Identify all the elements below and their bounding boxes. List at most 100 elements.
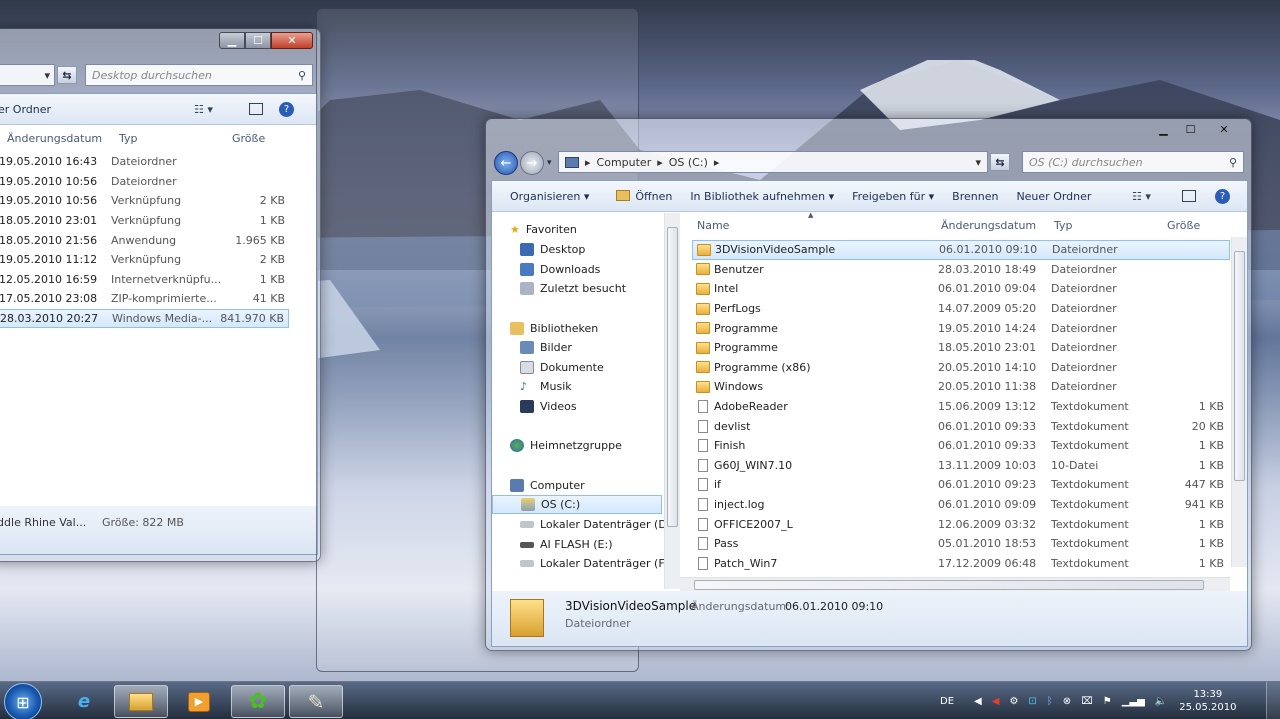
speaker-muted-icon[interactable]: ◀: [992, 696, 1000, 707]
nav-downloads[interactable]: Downloads: [520, 260, 600, 279]
refresh-button[interactable]: ⇆: [57, 66, 77, 84]
new-folder-button[interactable]: er Ordner: [0, 103, 60, 116]
maximize-button[interactable]: ☐: [1177, 121, 1204, 138]
nav-recent[interactable]: Zuletzt besucht: [520, 279, 626, 298]
minimize-button[interactable]: ▁: [219, 32, 245, 49]
file-row[interactable]: if 06.01.2010 09:23 Textdokument 447 KB: [692, 475, 1230, 495]
taskbar-internet-explorer[interactable]: e: [57, 685, 111, 718]
nav-documents[interactable]: Dokumente: [520, 358, 604, 377]
nav-homegroup[interactable]: Heimnetzgruppe: [510, 436, 622, 455]
usb-device-icon[interactable]: ⌧: [1081, 696, 1093, 707]
organize-button[interactable]: Organisieren ▾: [492, 190, 598, 203]
taskbar-media-player[interactable]: ▶: [172, 685, 226, 718]
view-options-icon[interactable]: ☷ ▾: [1132, 190, 1151, 203]
nav-desktop[interactable]: Desktop: [520, 240, 585, 259]
close-button[interactable]: ✕: [1204, 121, 1244, 138]
nav-libraries[interactable]: Bibliotheken: [510, 319, 598, 338]
language-indicator[interactable]: DE: [940, 696, 954, 707]
preview-pane-icon[interactable]: [1182, 190, 1196, 202]
recent-pages-icon[interactable]: ▾: [547, 158, 552, 168]
file-row[interactable]: inject.log 06.01.2010 09:09 Textdokument 94…: [692, 495, 1230, 515]
taskbar-icq[interactable]: ✿: [231, 685, 285, 718]
file-row[interactable]: Programme 18.05.2010 23:01 Dateiordner: [692, 338, 1230, 358]
file-row[interactable]: Patch_Win7 17.12.2009 06:48 Textdokument 1 …: [692, 554, 1230, 574]
nav-pictures[interactable]: Bilder: [520, 338, 572, 357]
col-type[interactable]: Typ: [1054, 219, 1073, 232]
file-row[interactable]: Programme (x86) 20.05.2010 14:10 Dateiordn…: [692, 358, 1230, 378]
list-item[interactable]: 19.05.2010 10:56 Dateiordner: [0, 172, 289, 192]
file-row[interactable]: AdobeReader 15.06.2009 13:12 Textdokument 1…: [692, 397, 1230, 417]
file-row[interactable]: Programme 19.05.2010 14:24 Dateiordner: [692, 318, 1230, 338]
file-row[interactable]: PerfLogs 14.07.2009 05:20 Dateiordner: [692, 299, 1230, 319]
file-row[interactable]: Finish 06.01.2010 09:33 Textdokument 1 KB: [692, 436, 1230, 456]
list-item[interactable]: 18.05.2010 23:01 Verknüpfung 1 KB: [0, 211, 289, 231]
list-item[interactable]: 19.05.2010 16:43 Dateiordner: [0, 152, 289, 172]
list-item[interactable]: 17.05.2010 23:08 ZIP-komprimierte... 41 KB: [0, 289, 289, 309]
view-options-icon[interactable]: ☷ ▾: [194, 103, 213, 116]
file-row[interactable]: OFFICE2007_L 12.06.2009 03:32 Textdokument…: [692, 514, 1230, 534]
col-date[interactable]: Änderungsdatum: [941, 219, 1036, 232]
file-row[interactable]: devlist 06.01.2010 09:33 Textdokument 20 KB: [692, 416, 1230, 436]
tray-app-icon-2[interactable]: ⊗: [1063, 696, 1071, 707]
list-item[interactable]: 18.05.2010 21:56 Anwendung 1.965 KB: [0, 230, 289, 250]
file-row[interactable]: Intel 06.01.2010 09:04 Dateiordner: [692, 279, 1230, 299]
nav-local-d[interactable]: Lokaler Datenträger (D:): [520, 515, 675, 534]
wifi-signal-icon[interactable]: ▁▃▅: [1122, 696, 1145, 707]
file-row[interactable]: Pass 05.01.2010 18:53 Textdokument 1 KB: [692, 534, 1230, 554]
bluetooth-icon[interactable]: ᛒ: [1047, 696, 1053, 707]
start-button[interactable]: ⊞: [4, 683, 42, 719]
col-size[interactable]: Größe: [232, 132, 265, 145]
address-dropdown-icon[interactable]: ▾: [975, 156, 981, 169]
close-button[interactable]: ✕: [271, 32, 313, 49]
burn-button[interactable]: Brennen: [943, 190, 1007, 203]
file-scrollbar[interactable]: [1231, 237, 1247, 567]
maximize-button[interactable]: ☐: [245, 32, 271, 49]
breadcrumb-computer[interactable]: Computer: [597, 156, 652, 169]
share-button[interactable]: Freigeben für ▾: [843, 190, 943, 203]
tray-app-icon[interactable]: ⚙: [1009, 696, 1018, 707]
file-row[interactable]: Windows 20.05.2010 11:38 Dateiordner: [692, 377, 1230, 397]
nav-os-c[interactable]: OS (C:): [492, 495, 662, 514]
new-folder-button[interactable]: Neuer Ordner: [1007, 190, 1100, 203]
breadcrumb-os[interactable]: OS (C:): [669, 156, 708, 169]
file-scrollbar-thumb[interactable]: [1234, 251, 1245, 481]
file-row[interactable]: G60J_WIN7.10 13.11.2009 10:03 10-Datei 1 KB: [692, 456, 1230, 476]
horizontal-scrollbar-thumb[interactable]: [694, 580, 1204, 590]
show-desktop-button[interactable]: [1266, 682, 1280, 719]
tray-expand-icon[interactable]: ◀: [974, 696, 982, 707]
nav-scrollbar[interactable]: [664, 213, 680, 589]
help-icon[interactable]: ?: [1215, 188, 1230, 204]
col-date[interactable]: Änderungsdatum: [7, 132, 102, 145]
search-input[interactable]: OS (C:) durchsuchen ⚲: [1022, 151, 1244, 173]
horizontal-scrollbar[interactable]: [680, 577, 1230, 591]
clock[interactable]: 13:39 25.05.2010: [1179, 688, 1236, 714]
taskbar-explorer[interactable]: [114, 685, 168, 718]
refresh-button[interactable]: ⇆: [990, 153, 1010, 171]
col-type[interactable]: Typ: [119, 132, 138, 145]
include-library-button[interactable]: In Bibliothek aufnehmen ▾: [681, 190, 843, 203]
list-item[interactable]: 28.03.2010 20:27 Windows Media-... 841.970…: [0, 308, 289, 329]
back-button[interactable]: ←: [494, 151, 518, 175]
col-name[interactable]: Name: [697, 219, 729, 232]
chevron-down-icon[interactable]: ▾: [44, 69, 50, 82]
address-bar[interactable]: ▾: [0, 64, 55, 86]
address-bar[interactable]: ▸ Computer ▸ OS (C:) ▸ ▾: [558, 151, 988, 173]
network-share-icon[interactable]: ⊡: [1028, 696, 1036, 707]
nav-computer[interactable]: Computer: [510, 476, 585, 495]
open-button[interactable]: Öffnen: [598, 189, 681, 203]
action-center-icon[interactable]: ⚑: [1103, 696, 1112, 707]
nav-local-f[interactable]: Lokaler Datenträger (F:): [520, 554, 672, 573]
nav-scrollbar-thumb[interactable]: [667, 227, 678, 527]
nav-favorites[interactable]: ★ Favoriten: [510, 220, 577, 239]
nav-flash-e[interactable]: AI FLASH (E:): [520, 535, 613, 554]
file-row[interactable]: 3DVisionVideoSample 06.01.2010 09:10 Datei…: [692, 240, 1230, 260]
preview-pane-icon[interactable]: [249, 103, 263, 115]
list-item[interactable]: 12.05.2010 16:59 Internetverknüpfu... 1 KB: [0, 270, 289, 290]
taskbar-paint[interactable]: ✎: [289, 685, 343, 718]
list-item[interactable]: 19.05.2010 10:56 Verknüpfung 2 KB: [0, 191, 289, 211]
col-size[interactable]: Größe: [1167, 219, 1200, 232]
nav-music[interactable]: ♪ Musik: [520, 377, 572, 396]
file-row[interactable]: Benutzer 28.03.2010 18:49 Dateiordner: [692, 260, 1230, 280]
volume-icon[interactable]: 🔈: [1155, 696, 1167, 707]
help-icon[interactable]: ?: [279, 101, 294, 117]
